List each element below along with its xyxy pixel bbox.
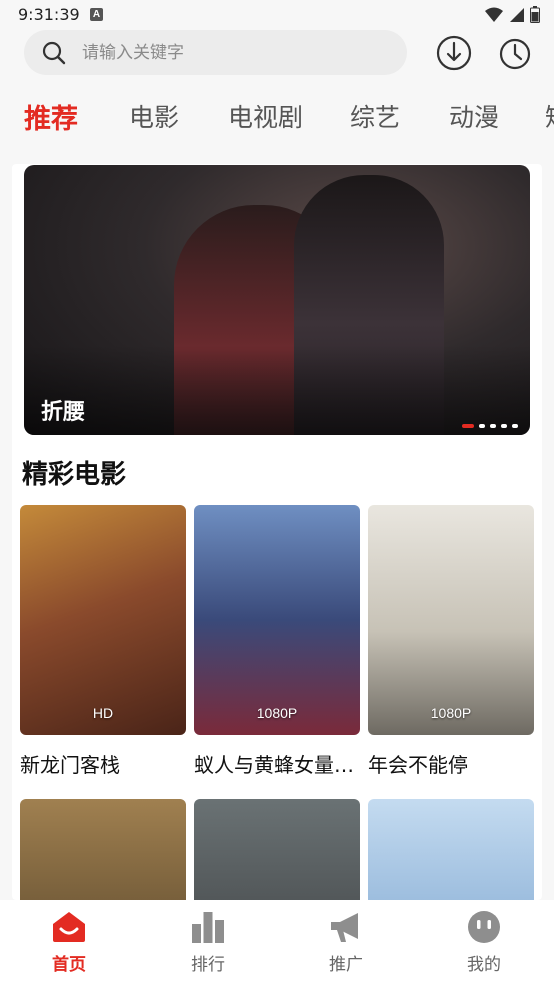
movie-title: 新龙门客栈 [20,753,120,777]
app-notification-icon: A [90,8,103,21]
movie-poster[interactable]: 1080P [194,505,360,735]
status-bar: 9:31:39 A [0,0,554,30]
tab-tv-series[interactable]: 电视剧 [228,98,303,134]
download-icon[interactable] [435,34,473,72]
banner-title: 折腰 [41,400,86,425]
quality-badge: 1080P [256,705,298,721]
search-icon [42,41,66,65]
bar-chart-icon [192,912,224,943]
history-clock-icon[interactable] [497,36,533,72]
pager-dot[interactable] [462,424,474,428]
movie-card[interactable]: HD 新龙门客栈 [20,505,186,778]
category-tabs: 推荐 电影 电视剧 综艺 动漫 短 [0,94,554,142]
section-title: 精彩电影 [22,460,127,490]
nav-label: 排行 [191,955,225,975]
pager-dot[interactable] [479,424,485,428]
movie-card[interactable] [194,799,360,900]
status-indicators [485,6,540,23]
nav-ranking[interactable]: 排行 [168,910,248,975]
movie-title: 年会不能停 [368,753,468,777]
pager-dot[interactable] [512,424,518,428]
featured-banner[interactable]: 折腰 [24,165,530,435]
battery-icon [530,6,540,23]
movie-card[interactable]: 1080P 蚁人与黄蜂女量… [194,505,360,778]
pager-dot[interactable] [490,424,496,428]
movie-poster[interactable]: 1080P [368,505,534,735]
wifi-icon [485,7,503,22]
bottom-nav: 首页 排行 推广 我的 [0,900,554,984]
pager-dot[interactable] [501,424,507,428]
nav-label: 首页 [52,955,86,975]
quality-badge: HD [92,705,114,721]
movie-card[interactable] [368,799,534,900]
movie-title: 蚁人与黄蜂女量… [194,753,354,777]
signal-icon [510,7,524,22]
tab-recommended[interactable]: 推荐 [24,97,78,136]
profile-face-icon [468,911,500,943]
movie-poster[interactable] [368,799,534,900]
tab-variety[interactable]: 综艺 [350,98,400,134]
nav-home[interactable]: 首页 [29,910,109,975]
search-bar[interactable] [24,30,407,75]
quality-badge: 1080P [430,705,472,721]
home-icon [53,912,85,942]
movie-poster[interactable] [194,799,360,900]
search-input[interactable] [82,30,392,75]
nav-label: 推广 [329,955,363,975]
tab-shorts[interactable]: 短 [545,98,554,134]
nav-profile[interactable]: 我的 [444,910,524,975]
movie-card[interactable]: 1080P 年会不能停 [368,505,534,778]
movie-poster[interactable]: HD [20,505,186,735]
status-time: 9:31:39 [18,5,80,24]
movie-poster[interactable] [20,799,186,900]
tab-movies[interactable]: 电影 [129,98,179,134]
movie-card[interactable] [20,799,186,900]
nav-promote[interactable]: 推广 [306,910,386,975]
tab-anime[interactable]: 动漫 [449,98,499,134]
content-card: 折腰 精彩电影 HD 新龙门客栈 1080P 蚁人与黄蜂女量… 1080P 年会… [12,164,542,900]
banner-shade [24,345,530,435]
nav-label: 我的 [467,955,501,975]
banner-pager [462,424,518,428]
megaphone-icon [331,913,358,942]
